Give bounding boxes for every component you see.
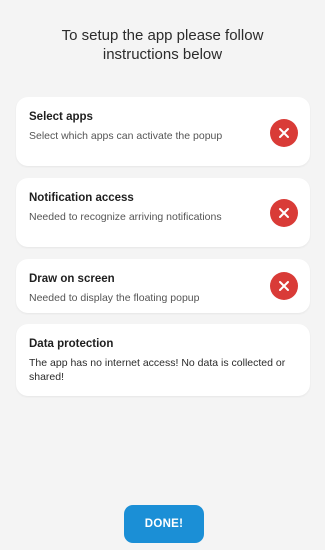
card-notification-access[interactable]: Notification access Needed to recognize … xyxy=(16,178,310,247)
select-apps-status-button[interactable] xyxy=(270,119,298,147)
close-icon xyxy=(279,281,289,291)
card-description: Needed to display the floating popup xyxy=(29,292,200,304)
card-description: Needed to recognize arriving notificatio… xyxy=(29,211,222,223)
page-title: To setup the app please follow instructi… xyxy=(0,26,325,64)
close-icon xyxy=(279,208,289,218)
card-title: Data protection xyxy=(29,338,114,350)
card-select-apps[interactable]: Select apps Select which apps can activa… xyxy=(16,97,310,166)
card-description: Select which apps can activate the popup xyxy=(29,130,223,142)
page-title-line-2: instructions below xyxy=(102,46,223,63)
close-icon xyxy=(279,128,289,138)
card-data-protection: Data protection The app has no internet … xyxy=(16,324,310,396)
card-title: Draw on screen xyxy=(29,273,115,285)
notification-access-status-button[interactable] xyxy=(270,199,298,227)
card-title: Notification access xyxy=(29,192,134,204)
card-description: The app has no internet access! No data … xyxy=(29,357,286,383)
draw-on-screen-status-button[interactable] xyxy=(270,272,298,300)
card-draw-on-screen[interactable]: Draw on screen Needed to display the flo… xyxy=(16,259,310,313)
card-title: Select apps xyxy=(29,111,93,123)
page-title-line-1: To setup the app please follow xyxy=(61,27,264,44)
done-button[interactable]: DONE! xyxy=(124,505,204,543)
